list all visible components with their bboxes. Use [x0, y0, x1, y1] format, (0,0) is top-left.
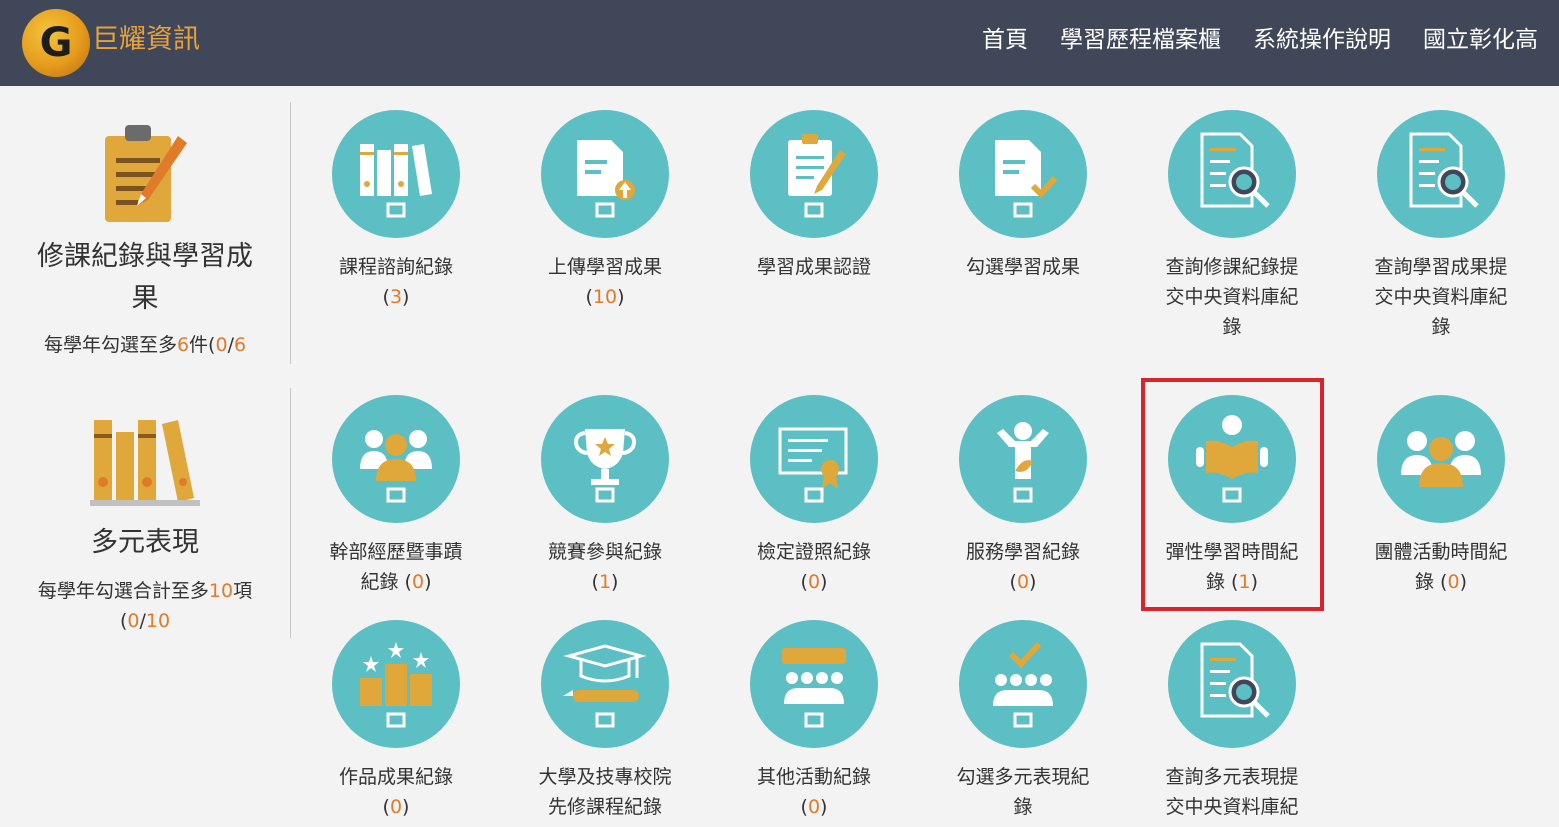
- document-search-icon: [1200, 132, 1270, 208]
- tile-label: 作品成果紀錄: [338, 766, 453, 788]
- tile-label: 查詢修課紀錄提: [1165, 256, 1299, 278]
- tile-label: 學習成果認證: [756, 256, 871, 278]
- tile-label: 競賽參與紀錄: [547, 541, 662, 563]
- category-divider: [290, 102, 291, 364]
- tile-label: 勾選多元表現紀: [956, 766, 1090, 788]
- clipboard-pencil-icon: [105, 125, 187, 222]
- brand-name[interactable]: 巨耀資訊: [92, 22, 200, 58]
- document-search-icon: [1200, 642, 1270, 718]
- top-navbar: G 巨耀資訊 首頁 學習歷程檔案櫃 系統操作說明 國立彰化高: [0, 0, 1559, 86]
- tile-label: 上傳學習成果: [547, 256, 662, 278]
- tile-label: 檢定證照紀錄: [756, 541, 871, 563]
- trophy-icon: [574, 429, 636, 503]
- podium-stars-icon: [360, 642, 432, 728]
- selection-highlight-box: [1141, 378, 1324, 611]
- group-leader-icon: [360, 430, 432, 503]
- tile-label: 其他活動紀錄: [756, 766, 871, 788]
- tile-label: 團體活動時間紀: [1374, 541, 1508, 563]
- nav-help[interactable]: 系統操作說明: [1253, 22, 1391, 58]
- brand-logo-icon[interactable]: G: [22, 9, 90, 77]
- tile-label: 課程諮詢紀錄: [338, 256, 453, 278]
- books-icon: [360, 144, 432, 218]
- nav-portfolio[interactable]: 學習歷程檔案櫃: [1060, 22, 1221, 58]
- category-title: 多元表現: [91, 527, 199, 558]
- tile-label: 幹部經歷暨事蹟: [329, 541, 463, 563]
- nav-school[interactable]: 國立彰化高: [1423, 22, 1538, 58]
- audience-check-icon: [993, 641, 1053, 728]
- graduation-cap-icon: [563, 644, 647, 728]
- category-diverse-performance: 多元表現 每學年勾選合計至多10項 (0/10: [0, 412, 290, 636]
- category-title: 修課紀錄與學習成: [37, 241, 253, 272]
- document-check-icon: [995, 140, 1058, 218]
- tile-label: 勾選學習成果: [965, 256, 1080, 278]
- tile-count: (3): [382, 286, 410, 308]
- books-icon: [90, 420, 200, 506]
- tile-label: 查詢多元表現提: [1165, 766, 1299, 788]
- main-nav: 首頁 學習歷程檔案櫃 系統操作說明 國立彰化高: [982, 22, 1559, 58]
- category-note: 每學年勾選至多6件(0/6: [43, 334, 247, 356]
- category-note-count: (0/10: [119, 610, 171, 632]
- category-title-cont: 果: [131, 283, 159, 314]
- group-people-icon: [1401, 431, 1481, 487]
- document-search-icon: [1409, 132, 1479, 208]
- category-divider: [290, 388, 291, 638]
- tile-label: 查詢學習成果提: [1374, 256, 1508, 278]
- category-note: 每學年勾選合計至多10項: [37, 580, 253, 602]
- document-upload-icon: [577, 140, 635, 218]
- tile-label: 大學及技專校院: [538, 766, 672, 788]
- nav-home[interactable]: 首頁: [982, 22, 1028, 58]
- clipboard-pencil-icon: [788, 134, 846, 218]
- tile-count: (10): [585, 286, 625, 308]
- tile-label: 服務學習紀錄: [965, 541, 1080, 563]
- certificate-icon: [778, 427, 848, 503]
- service-person-icon: [997, 422, 1049, 503]
- category-course-records: 修課紀錄與學習成 果 每學年勾選至多6件(0/6: [0, 118, 290, 360]
- audience-chat-icon: [782, 648, 846, 728]
